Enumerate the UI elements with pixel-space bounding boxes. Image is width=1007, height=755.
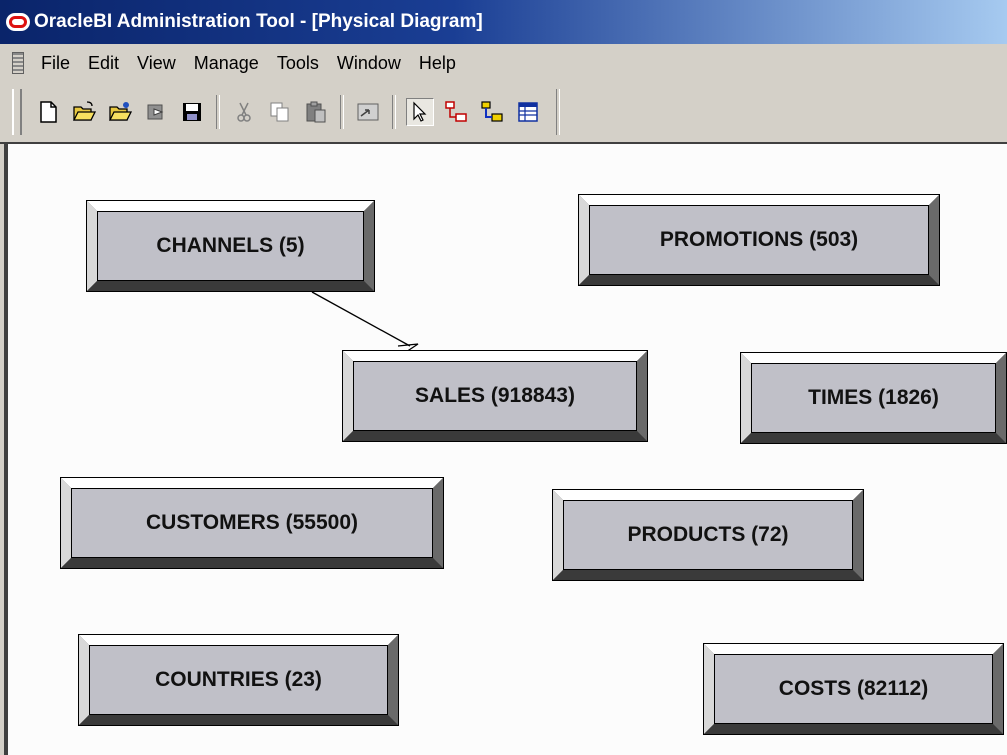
menu-manage[interactable]: Manage xyxy=(185,49,268,78)
menu-file[interactable]: File xyxy=(32,49,79,78)
title-bar: OracleBI Administration Tool - [Physical… xyxy=(0,0,1007,44)
table-label: PROMOTIONS (503) xyxy=(589,205,929,275)
menu-bar: File Edit View Manage Tools Window Help xyxy=(0,44,1007,82)
table-customers[interactable]: CUSTOMERS (55500) xyxy=(60,477,444,569)
check-in-icon xyxy=(147,104,164,120)
menu-grip-icon[interactable] xyxy=(8,50,26,76)
new-button[interactable] xyxy=(34,98,62,126)
new-join-button[interactable] xyxy=(442,98,470,126)
open-online-icon xyxy=(108,102,132,121)
new-complex-join-icon xyxy=(481,101,503,122)
select-pointer-icon xyxy=(413,101,427,122)
new-join-icon xyxy=(445,101,467,122)
cut-icon xyxy=(237,102,251,122)
window-title: OracleBI Administration Tool - [Physical… xyxy=(34,11,483,32)
table-promotions[interactable]: PROMOTIONS (503) xyxy=(578,194,940,286)
table-label: COSTS (82112) xyxy=(714,654,993,724)
table-label: TIMES (1826) xyxy=(751,363,996,433)
toolbar-separator xyxy=(340,95,344,129)
table-times[interactable]: TIMES (1826) xyxy=(740,352,1007,444)
new-complex-join-button[interactable] xyxy=(478,98,506,126)
cut-button[interactable] xyxy=(230,98,258,126)
save-button[interactable] xyxy=(178,98,206,126)
save-icon xyxy=(183,103,201,121)
new-icon xyxy=(40,101,57,123)
table-label: PRODUCTS (72) xyxy=(563,500,853,570)
select-pointer-button[interactable] xyxy=(406,98,434,126)
table-icon xyxy=(518,102,538,122)
check-in-button[interactable] xyxy=(142,98,170,126)
paste-button[interactable] xyxy=(302,98,330,126)
table-channels[interactable]: CHANNELS (5) xyxy=(86,200,375,292)
toolbar xyxy=(0,82,1007,142)
oracle-logo-icon xyxy=(6,13,30,31)
table-label: CUSTOMERS (55500) xyxy=(71,488,433,558)
table-label: COUNTRIES (23) xyxy=(89,645,388,715)
menu-window[interactable]: Window xyxy=(328,49,410,78)
diagram-button[interactable] xyxy=(354,98,382,126)
toolbar-separator xyxy=(392,95,396,129)
menu-edit[interactable]: Edit xyxy=(79,49,128,78)
copy-icon xyxy=(270,102,289,122)
paste-icon xyxy=(306,101,326,123)
copy-button[interactable] xyxy=(266,98,294,126)
open-button[interactable] xyxy=(70,98,98,126)
table-products[interactable]: PRODUCTS (72) xyxy=(552,489,864,581)
diagram-icon xyxy=(357,103,379,121)
menu-help[interactable]: Help xyxy=(410,49,465,78)
toolbar-end-separator xyxy=(556,89,560,135)
toolbar-separator xyxy=(216,95,220,129)
menu-tools[interactable]: Tools xyxy=(268,49,328,78)
open-online-button[interactable] xyxy=(106,98,134,126)
open-icon xyxy=(72,101,96,121)
table-label: CHANNELS (5) xyxy=(97,211,364,281)
table-sales[interactable]: SALES (918843) xyxy=(342,350,648,442)
toolbar-grip[interactable] xyxy=(12,89,22,135)
table-button[interactable] xyxy=(514,98,542,126)
table-costs[interactable]: COSTS (82112) xyxy=(703,643,1004,735)
table-countries[interactable]: COUNTRIES (23) xyxy=(78,634,399,726)
table-label: SALES (918843) xyxy=(353,361,637,431)
menu-view[interactable]: View xyxy=(128,49,185,78)
